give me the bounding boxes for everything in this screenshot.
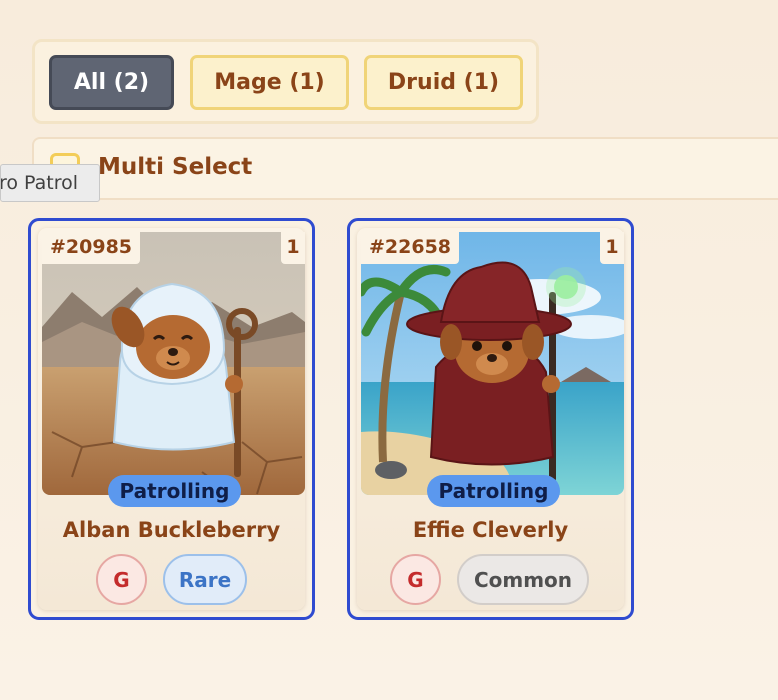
status-pill: Patrolling [427,475,560,507]
card-body: #20985 1 Patrolling Alban Buckleberry G … [38,228,305,610]
filter-druid-button[interactable]: Druid (1) [364,55,523,110]
character-card[interactable]: #22658 1 Patrolling Effie Cleverly G Com… [347,218,634,620]
character-portrait [42,232,305,495]
character-name: Effie Cleverly [412,518,569,542]
character-card[interactable]: #20985 1 Patrolling Alban Buckleberry G … [28,218,315,620]
multi-select-label: Multi Select [98,154,253,180]
status-pill: Patrolling [108,475,241,507]
multi-select-bar: Multi Select [32,137,778,200]
character-name: Alban Buckleberry [62,518,281,542]
filter-all-button[interactable]: All (2) [49,55,174,110]
generation-chip: G [390,554,441,605]
generation-chip: G [96,554,147,605]
card-id-badge: #20985 [42,232,141,264]
card-count-badge: 1 [600,232,624,264]
card-id-badge: #22658 [361,232,460,264]
class-filter-bar: All (2) Mage (1) Druid (1) [32,39,539,124]
tooltip: ro Patrol [0,164,100,202]
card-body: #22658 1 Patrolling Effie Cleverly G Com… [357,228,624,610]
card-count-badge: 1 [281,232,305,264]
character-portrait [361,232,624,495]
rarity-chip: Common [457,554,589,605]
rarity-chip: Rare [163,554,247,605]
filter-mage-button[interactable]: Mage (1) [190,55,349,110]
